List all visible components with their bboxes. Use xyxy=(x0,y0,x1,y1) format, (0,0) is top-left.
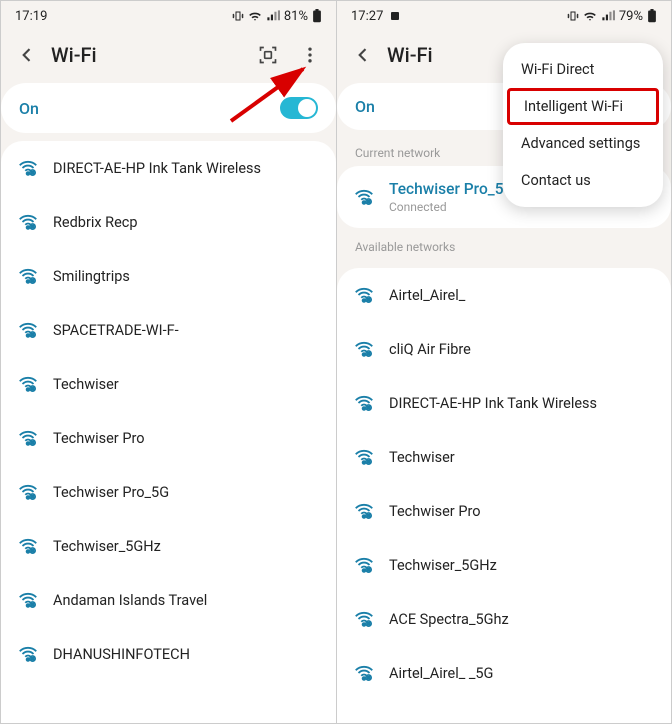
menu-item-intelligent-wi-fi[interactable]: Intelligent Wi-Fi xyxy=(507,88,659,125)
network-name: Redbrix Recp xyxy=(53,214,320,231)
network-item[interactable]: Techwiser xyxy=(1,357,336,411)
wifi-toggle-row[interactable]: On xyxy=(1,83,336,133)
wifi-icon xyxy=(17,535,39,557)
network-item[interactable]: DHANUSHINFOTECH xyxy=(1,627,336,681)
back-button[interactable] xyxy=(345,37,381,73)
network-item[interactable]: Techwiser Pro xyxy=(337,484,671,538)
wifi-icon xyxy=(353,608,375,630)
network-item[interactable]: Techwiser_5GHz xyxy=(337,538,671,592)
back-button[interactable] xyxy=(9,37,45,73)
phone-left: 17:19 81% Wi-Fi xyxy=(1,1,336,723)
wifi-icon xyxy=(17,643,39,665)
menu-item-contact-us[interactable]: Contact us xyxy=(503,162,663,199)
signal-icon xyxy=(601,10,615,22)
wifi-icon xyxy=(17,481,39,503)
wifi-toggle-switch[interactable] xyxy=(280,97,318,119)
network-item[interactable]: Techwiser_5GHz xyxy=(1,519,336,573)
battery-percent: 79% xyxy=(619,9,643,24)
wifi-icon xyxy=(353,446,375,468)
overflow-menu: Wi-Fi DirectIntelligent Wi-FiAdvanced se… xyxy=(503,43,663,207)
wifi-icon xyxy=(353,554,375,576)
network-name: DIRECT-AE-HP Ink Tank Wireless xyxy=(389,395,655,412)
network-item[interactable]: Airtel_Airel_ xyxy=(337,268,671,322)
wifi-icon xyxy=(353,392,375,414)
signal-icon xyxy=(266,10,280,22)
vibrate-icon xyxy=(567,10,579,22)
menu-item-wi-fi-direct[interactable]: Wi-Fi Direct xyxy=(503,51,663,88)
wifi-status-icon xyxy=(248,10,262,22)
network-name: Techwiser Pro_5G xyxy=(53,484,320,501)
network-name: Techwiser Pro xyxy=(389,503,655,520)
wifi-on-label: On xyxy=(19,99,39,118)
status-time: 17:19 xyxy=(15,9,47,24)
network-name: cliQ Air Fibre xyxy=(389,341,655,358)
battery-percent: 81% xyxy=(284,9,308,24)
network-item[interactable]: Redbrix Recp xyxy=(1,195,336,249)
wifi-icon xyxy=(17,427,39,449)
status-time: 17:27 xyxy=(351,9,383,24)
network-item[interactable]: Smilingtrips xyxy=(1,249,336,303)
network-item[interactable]: SPACETRADE-WI-F- xyxy=(1,303,336,357)
network-name: Techwiser xyxy=(53,376,320,393)
battery-icon xyxy=(647,9,657,23)
network-name: Andaman Islands Travel xyxy=(53,592,320,609)
wifi-icon xyxy=(17,373,39,395)
battery-icon xyxy=(312,9,322,23)
wifi-icon xyxy=(353,186,375,208)
phone-right: 17:27 79% Wi-Fi On C xyxy=(336,1,671,723)
network-name: Airtel_Airel_ _5G xyxy=(389,665,655,682)
network-name: DIRECT-AE-HP Ink Tank Wireless xyxy=(53,160,320,177)
screenshot-indicator-icon xyxy=(389,10,401,22)
section-label-available: Available networks xyxy=(337,228,671,260)
available-network-list: Airtel_Airel_ cliQ Air Fibre DIRECT-AE-HP … xyxy=(337,268,671,723)
wifi-icon xyxy=(17,265,39,287)
network-item[interactable]: cliQ Air Fibre xyxy=(337,322,671,376)
wifi-icon xyxy=(353,338,375,360)
network-name: ACE Spectra_5Ghz xyxy=(389,611,655,628)
network-list: DIRECT-AE-HP Ink Tank Wireless Redbrix Re… xyxy=(1,141,336,723)
wifi-icon xyxy=(353,284,375,306)
status-bar: 17:27 79% xyxy=(337,1,671,31)
network-item[interactable]: Techwiser Pro_5G xyxy=(1,465,336,519)
network-name: Techwiser xyxy=(389,449,655,466)
menu-item-advanced-settings[interactable]: Advanced settings xyxy=(503,125,663,162)
network-item[interactable]: DIRECT-AE-HP Ink Tank Wireless xyxy=(1,141,336,195)
network-name: Techwiser Pro xyxy=(53,430,320,447)
qr-scan-button[interactable] xyxy=(250,37,286,73)
network-name: SPACETRADE-WI-F- xyxy=(53,322,320,339)
more-menu-button[interactable] xyxy=(292,37,328,73)
network-name: DHANUSHINFOTECH xyxy=(53,646,320,663)
network-name: Smilingtrips xyxy=(53,268,320,285)
network-name: Techwiser_5GHz xyxy=(53,538,320,555)
wifi-icon xyxy=(17,319,39,341)
wifi-icon xyxy=(17,211,39,233)
network-item[interactable]: Andaman Islands Travel xyxy=(1,573,336,627)
network-item[interactable]: DIRECT-AE-HP Ink Tank Wireless xyxy=(337,376,671,430)
wifi-icon xyxy=(353,662,375,684)
network-name: Techwiser_5GHz xyxy=(389,557,655,574)
page-title: Wi-Fi xyxy=(51,43,244,67)
network-item[interactable]: Techwiser xyxy=(337,430,671,484)
header: Wi-Fi xyxy=(1,31,336,83)
network-name: Airtel_Airel_ xyxy=(389,287,655,304)
network-item[interactable]: Techwiser Pro xyxy=(1,411,336,465)
wifi-icon xyxy=(17,157,39,179)
wifi-status-icon xyxy=(583,10,597,22)
status-bar: 17:19 81% xyxy=(1,1,336,31)
network-item[interactable]: ACE Spectra_5Ghz xyxy=(337,592,671,646)
wifi-icon xyxy=(353,500,375,522)
wifi-on-label: On xyxy=(355,97,375,116)
wifi-icon xyxy=(17,589,39,611)
vibrate-icon xyxy=(232,10,244,22)
network-item[interactable]: Airtel_Airel_ _5G xyxy=(337,646,671,700)
